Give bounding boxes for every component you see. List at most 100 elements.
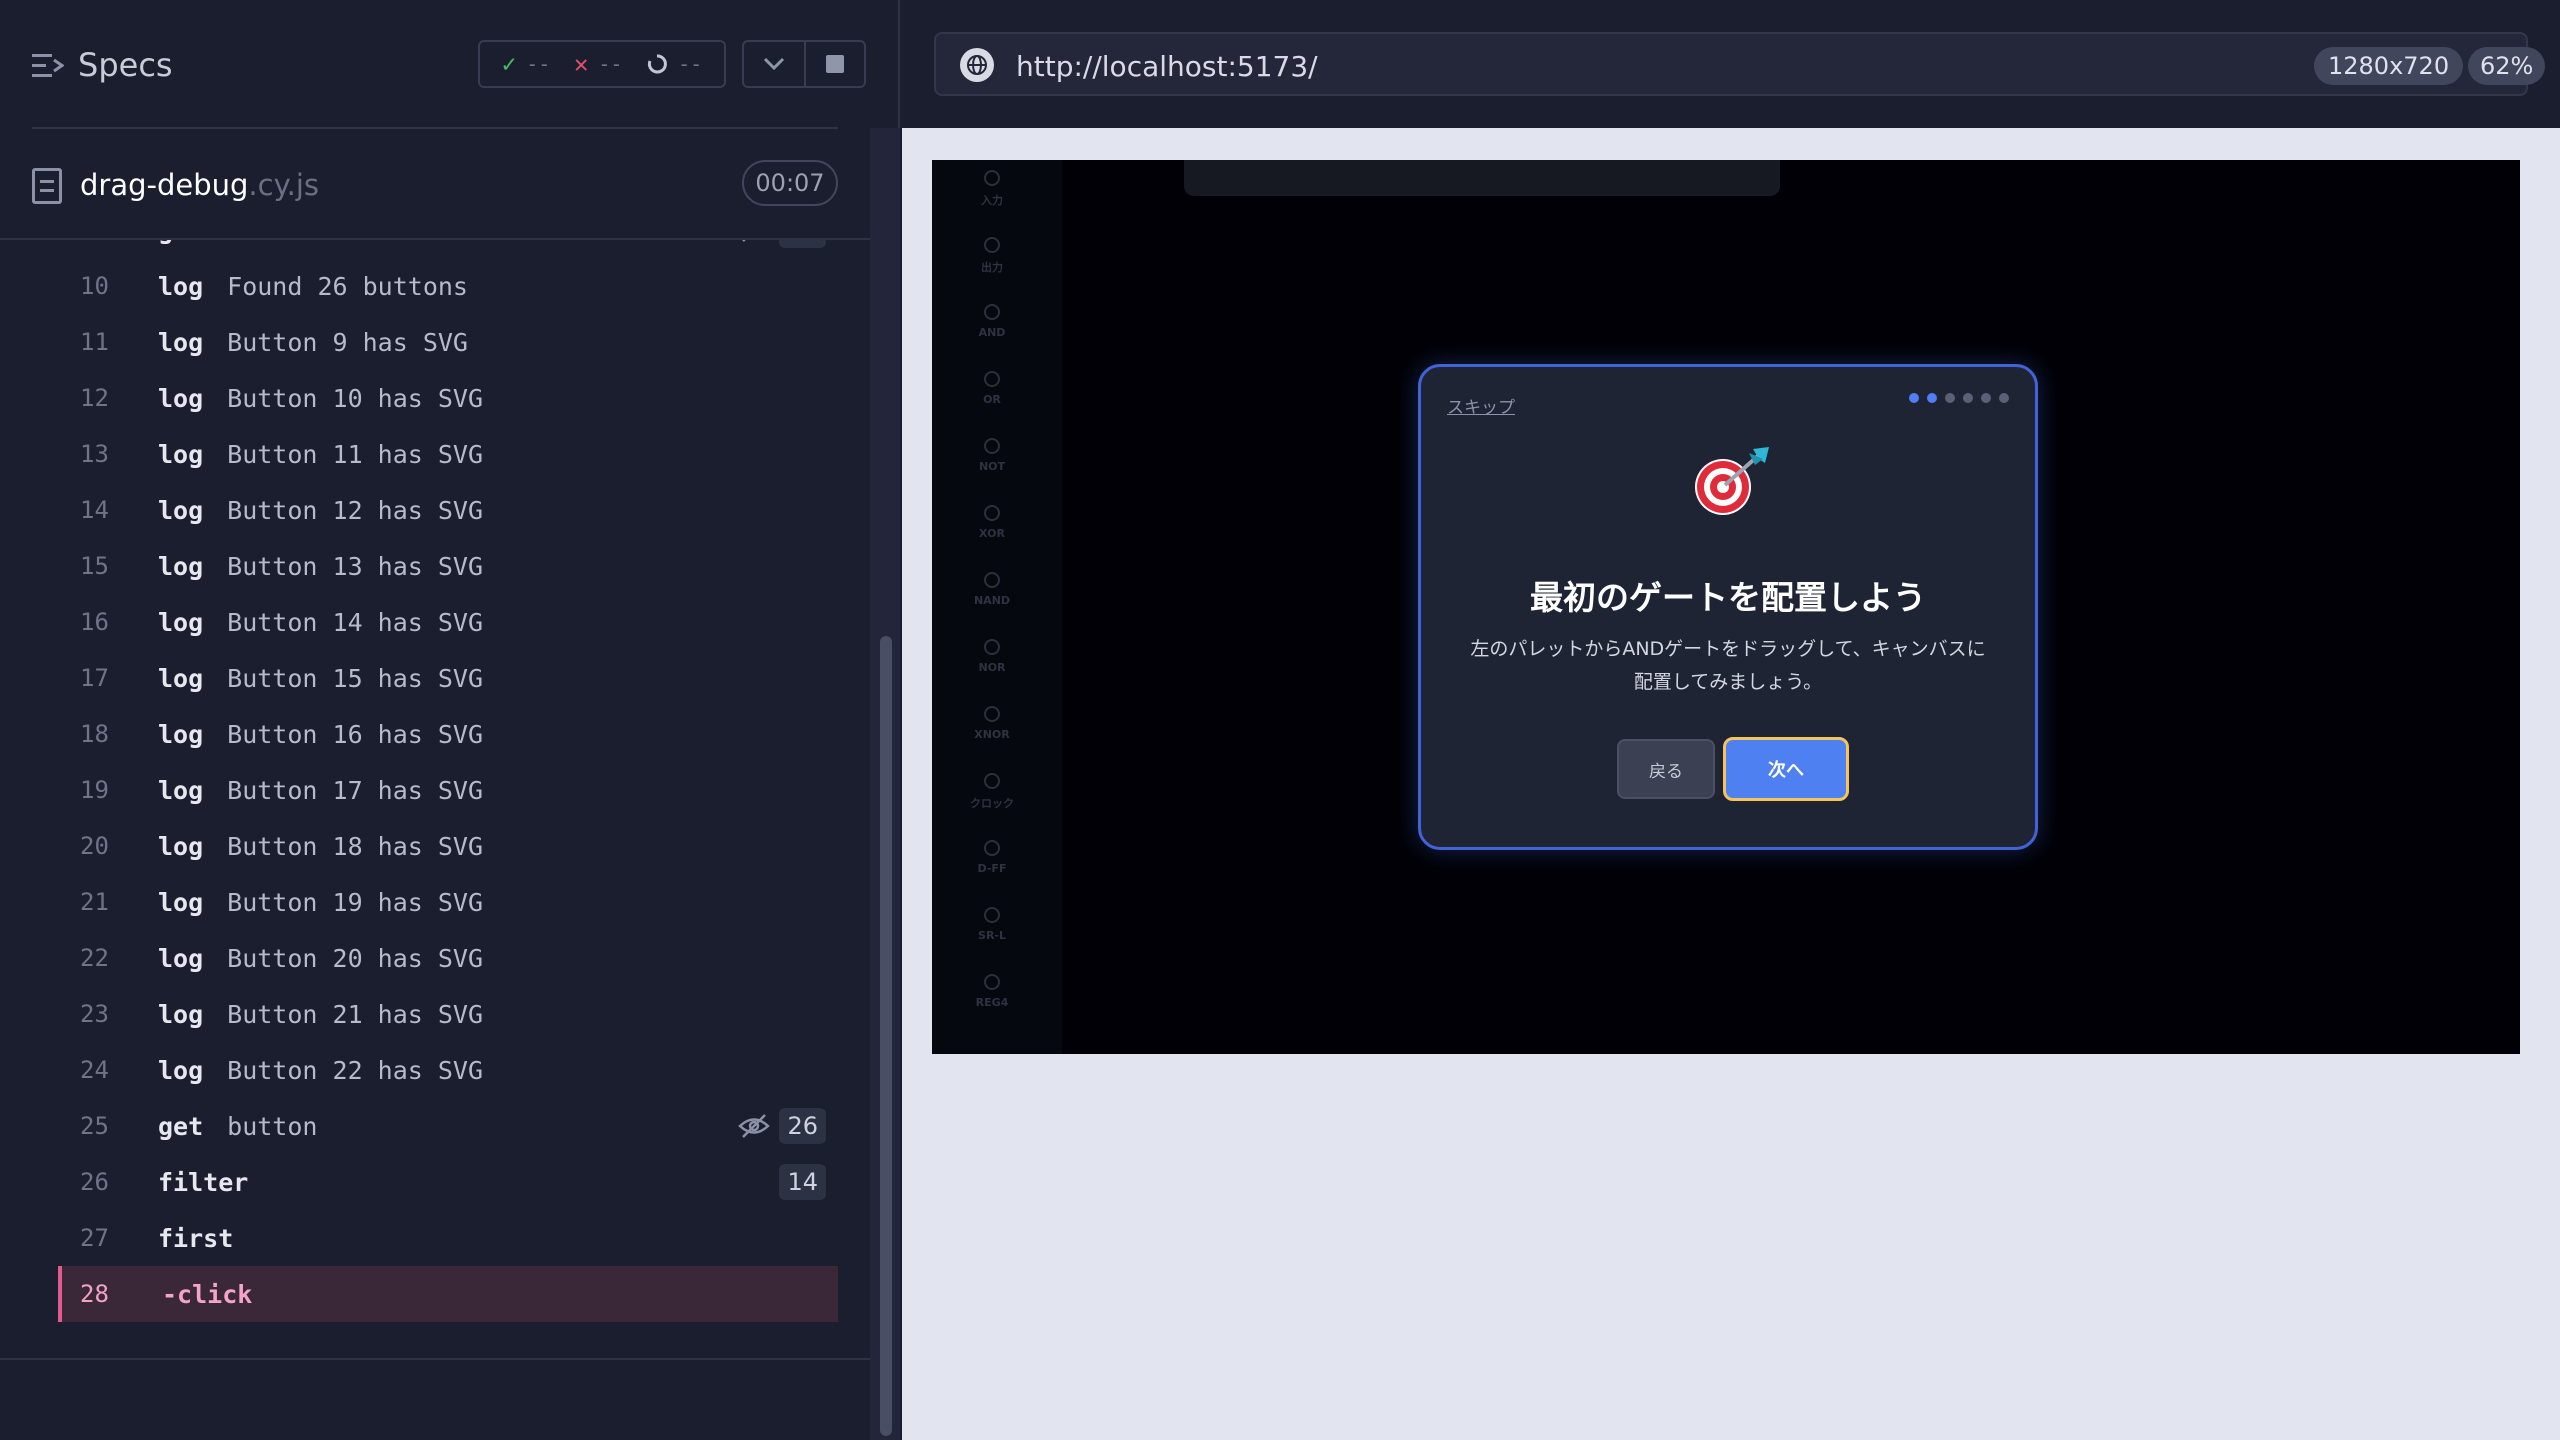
command-row[interactable]: 24 log Button 22 has SVG [58,1042,838,1098]
palette-item[interactable]: クロック [962,767,1022,827]
command-number: 10 [80,272,109,300]
spec-duration: 00:07 [742,160,838,206]
url-bar-area: http://localhost:5173/ 1280x720 62% [902,0,2560,128]
palette-label: NOR [978,661,1006,674]
spec-file-name: drag-debug.cy.js [80,168,319,202]
element-count-badge: 14 [779,1164,826,1200]
palette-item[interactable]: 入力 [962,164,1022,224]
gate-icon [984,505,1000,521]
command-name: -click [162,1279,253,1309]
command-row[interactable]: 26 filter 14 [58,1154,838,1210]
palette-item[interactable]: OR [962,365,1022,425]
command-name: log [158,271,204,301]
document-icon [32,168,62,204]
command-number: 13 [80,440,109,468]
palette-item[interactable]: REG4 [962,968,1022,1028]
spec-file-basename: drag-debug [80,168,249,202]
url-text[interactable]: http://localhost:5173/ [1016,50,1318,83]
command-number: 27 [80,1224,109,1252]
command-row[interactable]: 22 log Button 20 has SVG [58,930,838,986]
command-message: Button 18 has SVG [227,831,484,861]
collapse-toggle-button[interactable] [742,40,804,88]
gate-palette: 入力出力 AND OR NOT XOR NAND NOR XNOR クロック D-FF SR-L RE… [932,160,1062,1054]
command-row-active[interactable]: 28 -click [58,1266,838,1322]
command-row[interactable]: 11 log Button 9 has SVG [58,314,838,370]
palette-label: NOT [978,460,1006,473]
palette-item[interactable]: NOR [962,633,1022,693]
palette-item[interactable]: SR-L [962,901,1022,961]
command-name: log [158,719,204,749]
step-dot [1909,393,1919,403]
eye-slash-icon [738,1114,771,1138]
target-dart-icon [1695,447,1769,515]
next-button[interactable]: 次へ [1723,737,1849,801]
command-row[interactable]: 13 log Button 11 has SVG [58,426,838,482]
divider [0,1358,870,1360]
url-bar[interactable]: http://localhost:5173/ 1280x720 62% [934,32,2546,96]
skip-link[interactable]: スキップ [1447,393,1515,418]
step-dot [1999,393,2009,403]
command-row[interactable]: 23 log Button 21 has SVG [58,986,838,1042]
step-dot [1945,393,1955,403]
command-message: Button 21 has SVG [227,999,484,1029]
command-number: 21 [80,888,109,916]
command-name: log [158,663,204,693]
command-row[interactable]: 21 log Button 19 has SVG [58,874,838,930]
command-row[interactable]: 14 log Button 12 has SVG [58,482,838,538]
gate-icon [984,907,1000,923]
command-number: 11 [80,328,109,356]
stop-button[interactable] [804,40,866,88]
passed-count: -- [526,52,551,76]
spec-file-row[interactable]: drag-debug.cy.js 00:07 [0,150,870,240]
palette-item[interactable]: D-FF [962,834,1022,894]
command-row[interactable]: 27 first [58,1210,838,1266]
command-number: 15 [80,552,109,580]
palette-label: AND [978,326,1006,339]
palette-item[interactable]: NOT [962,432,1022,492]
palette-item[interactable]: AND [962,298,1022,358]
command-name: filter [158,1167,249,1197]
command-row[interactable]: 20 log Button 18 has SVG [58,818,838,874]
command-message: Button 10 has SVG [227,383,484,413]
element-count-badge: 26 [779,1108,826,1144]
viewport-size-badge[interactable]: 1280x720 [2314,47,2464,85]
command-row[interactable]: 19 log Button 17 has SVG [58,762,838,818]
command-row[interactable]: 12 log Button 10 has SVG [58,370,838,426]
command-message: Button 12 has SVG [227,495,484,525]
command-number: 12 [80,384,109,412]
command-message: Found 26 buttons [227,271,468,301]
app-toolbar [1184,160,1780,196]
command-number: 24 [80,1056,109,1084]
palette-item[interactable]: NAND [962,566,1022,626]
palette-item[interactable]: 出力 [962,231,1022,291]
palette-item[interactable]: XNOR [962,700,1022,760]
command-badge: 26 [737,240,826,248]
palette-label: XOR [979,527,1005,540]
eye-slash-icon [742,240,747,242]
spec-file-ext: .cy.js [248,168,319,202]
command-number: 22 [80,944,109,972]
gate-icon [984,840,1000,856]
back-button[interactable]: 戻る [1617,739,1715,799]
gate-icon [984,974,1000,990]
command-row[interactable]: 16 log Button 14 has SVG [58,594,838,650]
gate-icon [984,639,1000,655]
palette-item[interactable]: XOR [962,499,1022,559]
command-row[interactable]: 10 log Found 26 buttons [58,258,838,314]
specs-list-icon[interactable] [32,52,64,80]
command-row[interactable]: 15 log Button 13 has SVG [58,538,838,594]
palette-label: クロック [970,797,1014,810]
command-row[interactable]: 25 get button 26 [58,1098,838,1154]
command-row[interactable]: 17 log Button 15 has SVG [58,650,838,706]
command-message: Button 20 has SVG [227,943,484,973]
command-number: 25 [80,1112,109,1140]
command-row[interactable]: 18 log Button 16 has SVG [58,706,838,762]
gate-icon [984,438,1000,454]
gate-icon [984,170,1000,186]
test-stats: ✓ -- ✕ -- -- [478,40,726,88]
gate-icon [984,706,1000,722]
command-row[interactable]: 9 get button 26 [58,240,838,258]
palette-label: 出力 [981,261,1003,274]
scrollbar-thumb[interactable] [880,636,892,1436]
command-message: Button 22 has SVG [227,1055,484,1085]
